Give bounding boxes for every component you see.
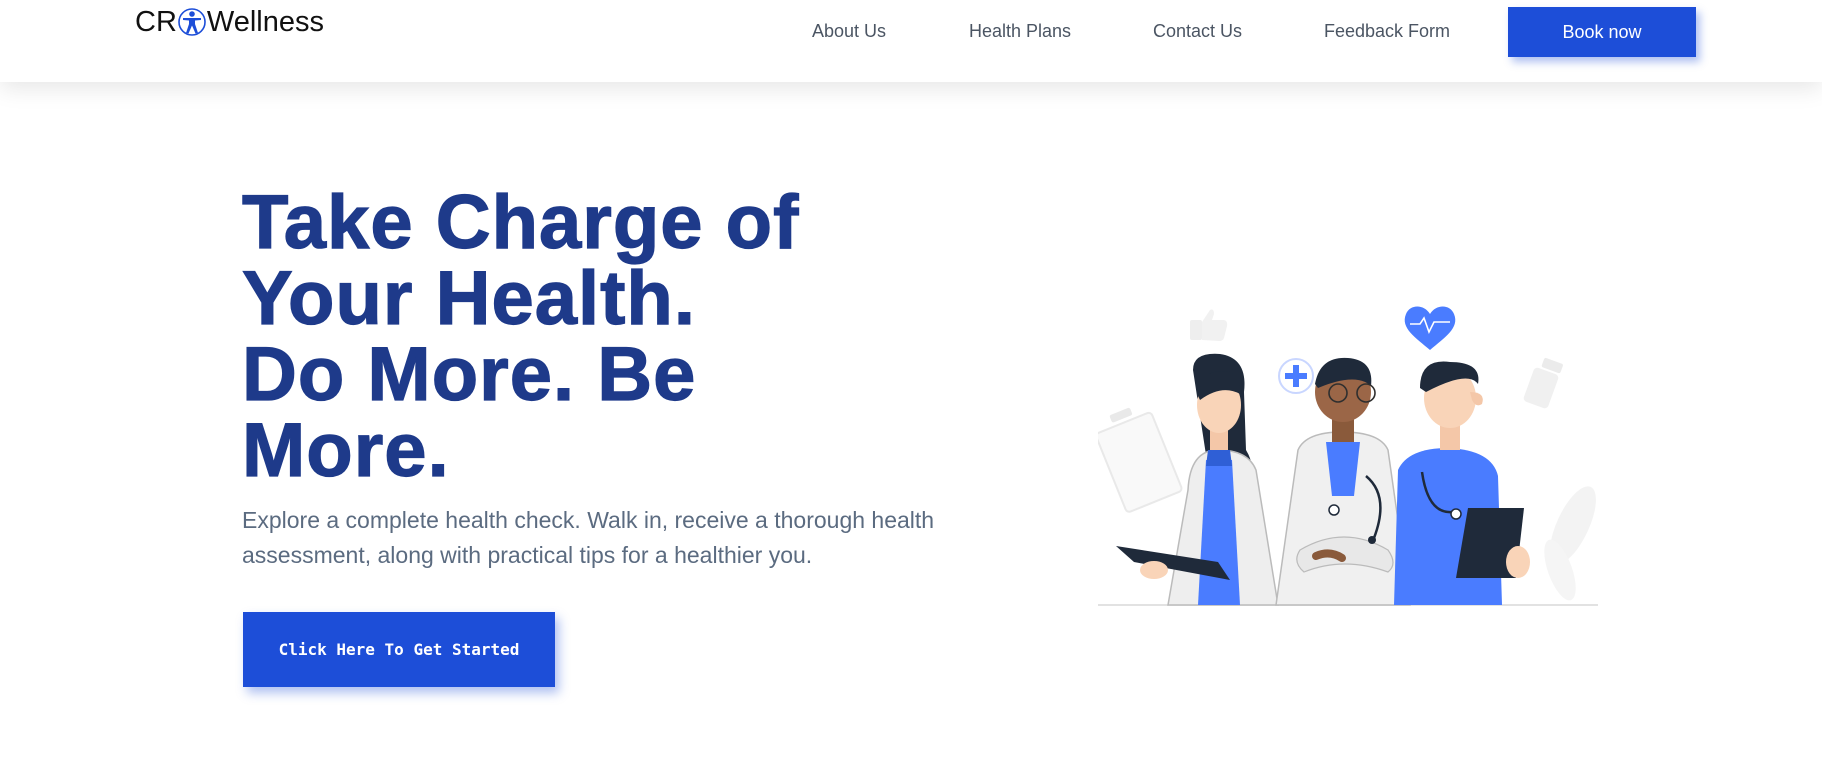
clipboard-sketch-icon — [1098, 407, 1183, 513]
plant-leaf-decoration — [1544, 486, 1596, 601]
nav-link-contact-us[interactable]: Contact Us — [1153, 21, 1242, 42]
brand-suffix: Wellness — [206, 5, 325, 38]
male-doctor-figure — [1275, 357, 1411, 606]
hero-title-line: Your Health. — [241, 256, 696, 341]
nav-link-feedback-form[interactable]: Feedback Form — [1324, 21, 1450, 42]
thumbs-up-icon — [1190, 309, 1228, 341]
nav-link-health-plans[interactable]: Health Plans — [969, 21, 1071, 42]
navbar: CR Wellness About Us Health Plans Contac… — [0, 0, 1822, 82]
brand-prefix: CR — [135, 5, 177, 38]
brand-logo[interactable]: CR Wellness — [135, 4, 324, 40]
nav-link-about-us[interactable]: About Us — [812, 21, 886, 42]
hero-title-line: Do More. Be — [241, 332, 697, 417]
pill-bottle-icon — [1523, 357, 1563, 409]
book-now-button[interactable]: Book now — [1508, 7, 1696, 57]
medical-team-illustration — [1098, 306, 1598, 606]
accessibility-person-icon — [178, 8, 206, 36]
hero-title-line: Take Charge of — [241, 180, 800, 265]
hero-title: Take Charge of Your Health. Do More. Be … — [241, 180, 942, 493]
medical-plus-icon — [1278, 358, 1314, 394]
male-nurse-figure — [1394, 361, 1530, 605]
hero-subtitle: Explore a complete health check. Walk in… — [242, 507, 935, 568]
heart-icon — [1404, 306, 1456, 350]
hero-title-line: More. — [241, 408, 450, 493]
get-started-button[interactable]: Click Here To Get Started — [243, 612, 555, 687]
